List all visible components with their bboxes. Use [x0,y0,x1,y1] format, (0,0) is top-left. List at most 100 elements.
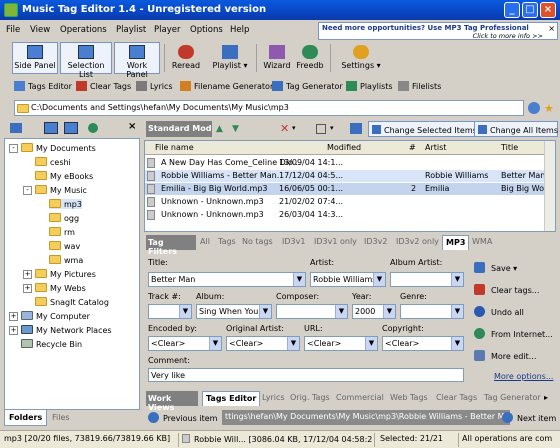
select-icon[interactable] [316,124,326,134]
tree-my-pictures[interactable]: My Pictures [35,269,96,279]
side-panel-button[interactable]: Side Panel [12,42,58,74]
title-field[interactable]: Better Man ▼ [148,272,306,287]
arrow-up-icon[interactable]: ▲ [216,124,223,134]
clear-tags-button[interactable]: Clear tags... [474,284,539,295]
arrow-down-icon[interactable]: ▼ [232,124,239,134]
album-field[interactable]: Sing When You'r ▼ [196,304,272,319]
tab-lyrics[interactable]: Lyrics [262,393,285,402]
chevron-down-icon[interactable]: ▼ [287,337,299,350]
star-icon[interactable]: ★ [544,102,554,115]
tab-clear-tags[interactable]: Clear Tags [436,393,477,402]
expand-icon[interactable]: + [23,284,32,293]
year-field[interactable]: 2000 ▼ [352,304,396,319]
folder-view-icon[interactable] [44,122,58,134]
col-file-name[interactable]: File name [155,143,194,152]
tab-folders[interactable]: Folders [4,410,48,426]
chevron-down-icon[interactable]: ▼ [383,305,395,318]
col-title[interactable]: Title [501,143,518,152]
tree-snagit[interactable]: SnagIt Catalog [35,297,109,307]
chevron-down-icon[interactable]: ▼ [365,337,377,350]
encoded-by-field[interactable]: <Clear> ▼ [148,336,222,351]
expand-icon[interactable]: + [9,312,18,321]
tab-web-tags[interactable]: Web Tags [390,393,428,402]
tab-files[interactable]: Files [48,410,74,426]
settings-button[interactable]: Settings ▾ [336,42,386,74]
close-tree-icon[interactable]: × [128,121,136,132]
menu-view[interactable]: View [30,25,50,35]
chevron-down-icon[interactable]: ▼ [293,273,305,286]
minimize-button[interactable]: _ [504,2,520,18]
more-options-link[interactable]: More options... [494,372,553,381]
tab-filter-mp3[interactable]: MP3 [442,235,470,250]
chevron-down-icon[interactable]: ▼ [451,337,463,350]
tab-filter-no-tags[interactable]: No tags [242,237,273,246]
menu-operations[interactable]: Operations [60,25,107,35]
composer-field[interactable]: ▼ [276,304,348,319]
reread-button[interactable]: Reread [168,42,204,74]
playlists-link[interactable]: Playlists [346,81,393,91]
filename-generator-link[interactable]: Filename Generator [180,81,273,91]
tree-my-webs[interactable]: My Webs [35,283,86,293]
tree-my-ebooks[interactable]: My eBooks [35,171,93,181]
file-list-scrollbar[interactable] [544,141,555,231]
tree-wma[interactable]: wma [49,255,83,265]
tab-filter-id3v1[interactable]: ID3v1 [282,237,305,246]
tab-orig-tags[interactable]: Orig. Tags [290,393,330,402]
genre-field[interactable]: ▼ [400,304,464,319]
change-all-items-button[interactable]: Change All Items [474,121,558,137]
filelists-link[interactable]: Filelists [398,81,441,91]
menu-file[interactable]: File [6,25,20,35]
menu-options[interactable]: Options [190,25,223,35]
collapse-icon[interactable]: - [9,144,18,153]
next-item-button[interactable]: Next item [502,412,556,423]
tab-filter-tags[interactable]: Tags [218,237,236,246]
tab-filter-id3v1-only[interactable]: ID3v1 only [314,237,357,246]
tree-wav[interactable]: wav [49,241,80,251]
tab-filter-id3v2-only[interactable]: ID3v2 only [396,237,439,246]
chevron-down-icon[interactable]: ▼ [451,305,463,318]
menu-help[interactable]: Help [230,25,249,35]
change-selected-items-button[interactable]: Change Selected Items [368,121,481,137]
clear-tags-link[interactable]: Clear Tags [76,81,131,91]
selection-list-button[interactable]: Selection List [60,42,112,79]
go-icon[interactable] [528,102,540,114]
select-dropdown-icon[interactable]: ▾ [330,124,334,132]
col-modified[interactable]: Modified [327,143,361,152]
tree-my-music[interactable]: My Music [35,185,87,195]
save-button[interactable]: Save ▾ [474,262,517,273]
tree-my-computer[interactable]: My Computer [21,311,90,321]
menu-player[interactable]: Player [154,25,180,35]
undo-all-button[interactable]: Undo all [474,306,524,317]
menu-playlist[interactable]: Playlist [116,25,146,35]
tab-tag-generator[interactable]: Tag Generator [484,393,541,402]
table-row[interactable]: Unknown - Unknown.mp3 21/02/02 07:4... [145,196,545,208]
track-field[interactable]: ▼ [148,304,192,319]
collapse-icon[interactable]: - [23,186,32,195]
tree-network[interactable]: My Network Places [21,325,112,335]
comment-field[interactable]: Very like [148,368,464,382]
chevron-down-icon[interactable]: ▼ [179,305,191,318]
chevron-down-icon[interactable]: ▼ [259,305,271,318]
tab-tags-editor[interactable]: Tags Editor [202,391,261,406]
pro-ad-banner[interactable]: Need more opportunities? Use MP3 Tag Pro… [318,22,558,40]
table-row[interactable]: A New Day Has Come_Celine Dio... 13/09/0… [145,157,545,169]
col-artist[interactable]: Artist [425,143,446,152]
previous-item-button[interactable]: Previous item [148,412,217,423]
expand-icon[interactable]: + [9,326,18,335]
artist-field[interactable]: Robbie Williams ▼ [310,272,386,287]
col-track-number[interactable]: # [409,143,416,152]
tree-recycle-bin[interactable]: Recycle Bin [21,339,82,349]
refresh-tree-icon[interactable] [88,123,98,133]
url-field[interactable]: <Clear> ▼ [304,336,378,351]
tree-rm[interactable]: rm [49,227,75,237]
album-artist-field[interactable]: ▼ [390,272,464,287]
chevron-down-icon[interactable]: ▼ [373,273,385,286]
sync-icon[interactable] [64,122,78,134]
original-artist-field[interactable]: <Clear> ▼ [226,336,300,351]
path-input[interactable]: C:\Documents and Settings\hefan\My Docum… [14,100,524,116]
maximize-button[interactable]: □ [522,2,538,18]
from-internet-button[interactable]: From Internet... [474,328,553,339]
table-row[interactable]: Robbie Williams - Better Man.mp3 17/12/0… [145,170,545,182]
delete-dropdown-icon[interactable]: ▾ [292,124,296,132]
standard-mode-label[interactable]: Standard Mod [146,121,212,137]
